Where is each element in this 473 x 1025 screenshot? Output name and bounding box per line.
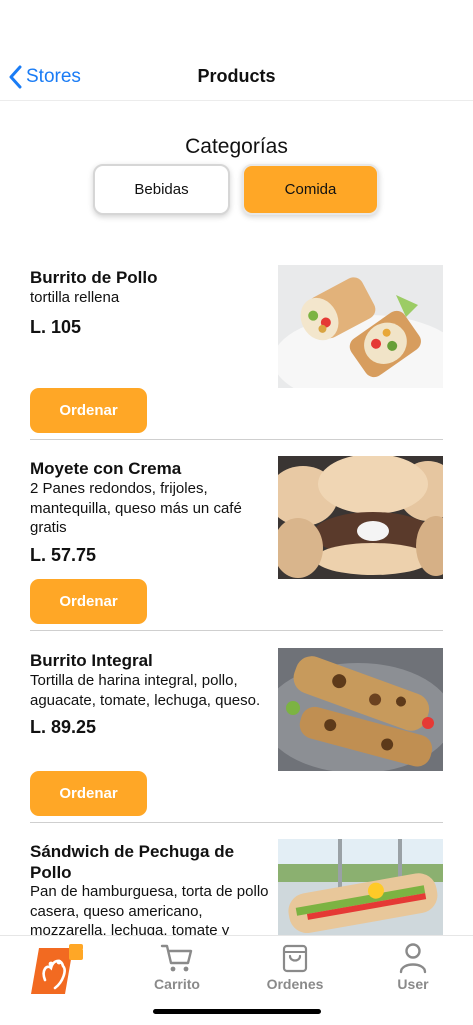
product-price: L. 57.75 (30, 545, 97, 565)
tab-label: Carrito (154, 976, 200, 992)
product-price: L. 89.25 (30, 717, 97, 737)
cart-icon (160, 944, 193, 972)
user-icon (399, 943, 427, 974)
product-price: L. 105 (30, 317, 82, 337)
divider (30, 630, 443, 631)
product-description: 2 Panes redondos, frijoles, mantequilla,… (30, 480, 242, 536)
product-image[interactable] (278, 839, 443, 935)
product-description: Tortilla de harina integral, pollo, agua… (30, 672, 261, 709)
product-name: Burrito Integral (30, 651, 153, 670)
tab-carrito[interactable]: Carrito (118, 936, 236, 996)
category-comida-button[interactable]: Comida (242, 164, 379, 215)
product-name: Moyete con Crema (30, 459, 182, 478)
bag-icon (282, 944, 308, 973)
order-button[interactable]: Ordenar (30, 771, 147, 816)
product-image[interactable] (278, 648, 443, 771)
page-title: Products (197, 66, 276, 86)
product-image[interactable] (278, 456, 443, 579)
categories-title: Categorías (185, 135, 288, 158)
product-name: Burrito de Pollo (30, 268, 158, 287)
category-bebidas-button[interactable]: Bebidas (93, 164, 230, 215)
divider (30, 822, 443, 823)
order-button[interactable]: Ordenar (30, 388, 147, 433)
cart-count-badge: 1 (82, 939, 89, 953)
tab-ordenes[interactable]: Ordenes (236, 936, 354, 996)
tab-home[interactable]: 1 (0, 936, 118, 996)
order-button[interactable]: Ordenar (30, 579, 147, 624)
product-description: tortilla rellena (30, 289, 120, 306)
divider (30, 439, 443, 440)
tab-user[interactable]: User (354, 936, 472, 996)
tab-label: Ordenes (266, 976, 324, 992)
product-name: Sándwich de Pechuga de Pollo (30, 842, 235, 882)
logo-icon (31, 944, 83, 994)
tab-label: User (397, 976, 429, 992)
product-image[interactable] (278, 265, 443, 388)
home-indicator (153, 1009, 321, 1014)
navigation-bar: Stores Products (0, 52, 473, 101)
product-description: Pan de hamburguesa, torta de pollo caser… (30, 883, 269, 939)
